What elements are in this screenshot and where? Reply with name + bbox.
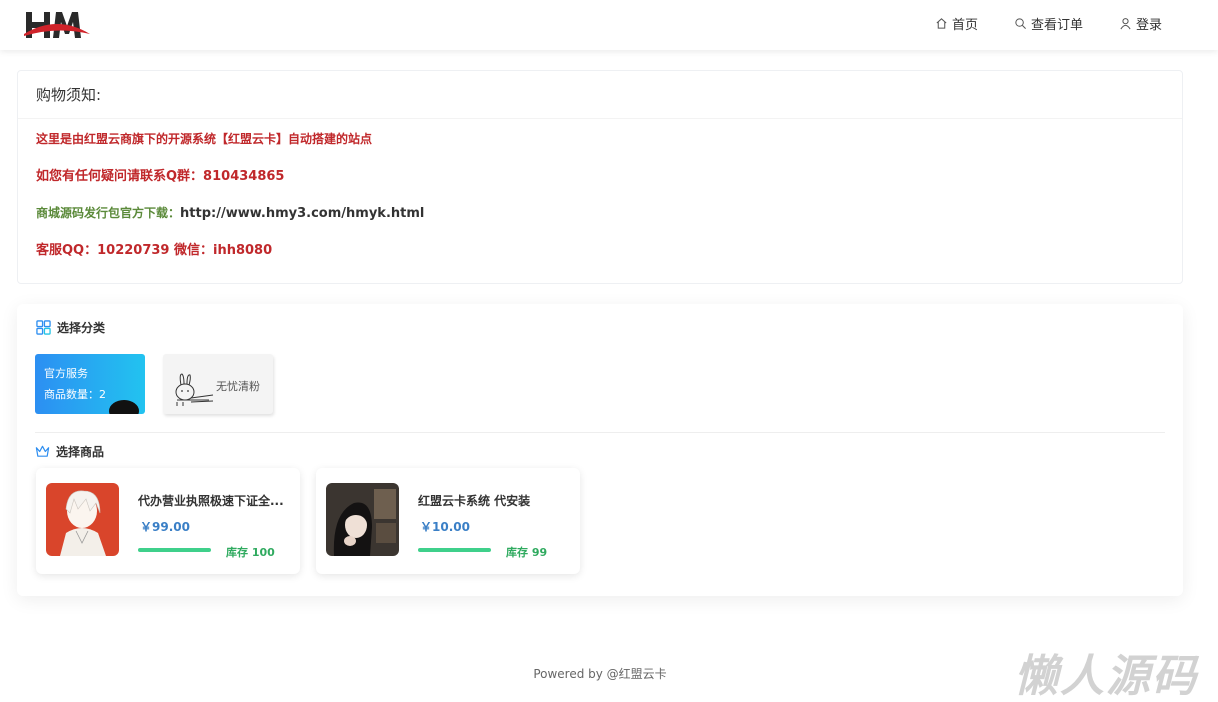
notice-line-qq-group: 如您有任何疑问请联系Q群：810434865 bbox=[36, 168, 1164, 205]
crown-icon bbox=[35, 445, 50, 457]
category-count: 商品数量：2 bbox=[44, 388, 106, 401]
product-card[interactable]: 红盟云卡系统 代安装 ￥10.00 库存 99 bbox=[316, 468, 580, 574]
top-nav: 首页 查看订单 登录 bbox=[935, 14, 1162, 33]
top-header: 首页 查看订单 登录 bbox=[0, 0, 1218, 50]
shopping-notice-card: 购物须知: 这里是由红盟云商旗下的开源系统【红盟云卡】自动搭建的站点 如您有任何… bbox=[17, 70, 1183, 284]
rabbit-icon bbox=[175, 373, 214, 406]
home-icon bbox=[936, 18, 947, 29]
product-image bbox=[326, 483, 399, 556]
nav-home[interactable]: 首页 bbox=[935, 14, 978, 33]
notice-qq-group-text: 如您有任何疑问请联系Q群：810434865 bbox=[36, 169, 285, 184]
category-badge-icon bbox=[109, 400, 139, 414]
category-name: 官方服务 bbox=[44, 367, 88, 380]
nav-orders[interactable]: 查看订单 bbox=[1014, 14, 1083, 33]
notice-contact-text: 客服QQ：10220739 微信：ihh8080 bbox=[36, 243, 273, 258]
notice-download-link[interactable]: http://www.hmy3.com/hmyk.html bbox=[180, 206, 424, 221]
nav-orders-label: 查看订单 bbox=[1030, 18, 1083, 33]
category-section-title: 选择分类 bbox=[57, 321, 106, 335]
notice-body: 这里是由红盟云商旗下的开源系统【红盟云卡】自动搭建的站点 如您有任何疑问请联系Q… bbox=[18, 119, 1182, 291]
category-section-header: 选择分类 bbox=[36, 319, 105, 336]
site-logo[interactable] bbox=[22, 4, 92, 44]
product-stock: 库存 100 bbox=[226, 546, 275, 559]
nav-login-label: 登录 bbox=[1135, 18, 1162, 33]
category-no-worry-fans[interactable]: 无忧清粉 bbox=[163, 354, 273, 414]
notice-download-prefix: 商城源码发行包官方下载： bbox=[36, 206, 181, 220]
notice-line-contact: 客服QQ：10220739 微信：ihh8080 bbox=[36, 242, 1164, 279]
stock-bar bbox=[418, 548, 491, 552]
product-section-header: 选择商品 bbox=[35, 443, 104, 460]
watermark: 懒人源码 bbox=[1014, 651, 1198, 702]
notice-line-download: 商城源码发行包官方下载：http://www.hmy3.com/hmyk.htm… bbox=[36, 205, 1164, 242]
product-price: ￥10.00 bbox=[420, 520, 470, 534]
user-icon bbox=[1120, 18, 1131, 30]
notice-title: 购物须知: bbox=[18, 71, 1182, 119]
product-price: ￥99.00 bbox=[140, 520, 190, 534]
nav-login[interactable]: 登录 bbox=[1119, 14, 1162, 33]
product-name: 红盟云卡系统 代安装 bbox=[418, 494, 531, 508]
category-name: 无忧清粉 bbox=[216, 380, 260, 393]
stock-bar bbox=[138, 548, 211, 552]
section-divider bbox=[35, 432, 1165, 433]
product-image bbox=[46, 483, 119, 556]
notice-line-intro: 这里是由红盟云商旗下的开源系统【红盟云卡】自动搭建的站点 bbox=[36, 132, 373, 146]
grid-icon bbox=[36, 320, 51, 335]
product-stock: 库存 99 bbox=[506, 546, 548, 559]
product-section-title: 选择商品 bbox=[56, 445, 105, 459]
product-card[interactable]: 代办营业执照极速下证全... ￥99.00 库存 100 bbox=[36, 468, 300, 574]
product-name: 代办营业执照极速下证全... bbox=[138, 494, 284, 508]
category-official-service[interactable]: 官方服务 商品数量：2 bbox=[35, 354, 145, 414]
shop-card: 选择分类 官方服务 商品数量：2 无忧清粉 选择商品 代办营业执照极速下证全..… bbox=[17, 304, 1183, 596]
search-icon bbox=[1015, 18, 1026, 29]
nav-home-label: 首页 bbox=[951, 18, 978, 33]
